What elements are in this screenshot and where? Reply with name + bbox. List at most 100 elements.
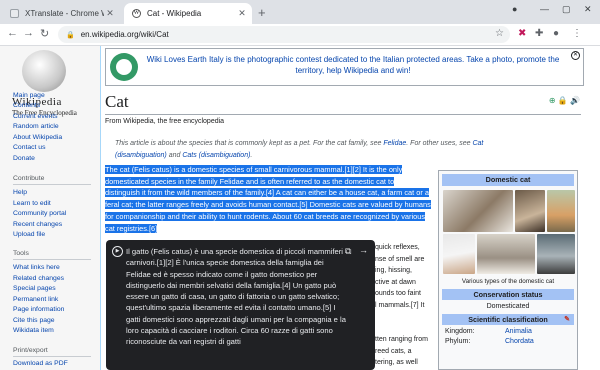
hatnote: This article is about the species that i… (115, 138, 515, 162)
selection-highlight[interactable]: The cat (Felis catus) is a domestic spec… (105, 165, 431, 233)
nav-link-download-pdf[interactable]: Download as PDF (13, 359, 68, 370)
body-text-line: nse of smell are (375, 255, 425, 263)
translated-text[interactable]: Il gatto (Felis catus) è una specie dome… (126, 246, 348, 348)
open-translator-arrow-icon[interactable]: → (359, 245, 368, 255)
forward-icon[interactable]: → (23, 27, 34, 39)
nav-link-special-pages[interactable]: Special pages (13, 284, 64, 295)
minimize-icon[interactable]: — (540, 4, 549, 14)
profile-icon[interactable]: ● (553, 28, 559, 39)
close-tab-icon[interactable]: ✕ (236, 8, 248, 19)
body-text-line: ctive at dawn (375, 278, 416, 286)
new-tab-icon[interactable]: + (258, 5, 266, 20)
body-text-line: ing, hissing, (375, 267, 412, 274)
banner-text[interactable]: Wiki Loves Earth Italy is the photograph… (142, 54, 564, 76)
print-export-heading: Print/export (13, 347, 91, 357)
row-value-link[interactable]: Animalia (505, 328, 532, 335)
hatnote-link-felidae[interactable]: Felidae (383, 140, 406, 147)
hatnote-text: . For other uses, see (406, 140, 473, 147)
cat-photo[interactable] (443, 234, 475, 274)
hatnote-text: This article is about the species that i… (115, 140, 384, 147)
nav-link-wikidata-item[interactable]: Wikidata item (13, 326, 64, 337)
media-icon[interactable]: ● (512, 4, 517, 14)
infobox-title: Domestic cat (442, 174, 574, 186)
wiki-loves-earth-icon (110, 53, 138, 81)
classification-row: Kingdom: Animalia (445, 328, 571, 335)
selected-lead-paragraph[interactable]: The cat (Felis catus) is a domestic spec… (105, 164, 431, 234)
nav-link-contents[interactable]: Contents (13, 101, 62, 112)
nav-link-what-links-here[interactable]: What links here (13, 263, 64, 274)
conservation-status-heading[interactable]: Conservation status (442, 289, 574, 300)
address-bar[interactable]: 🔒 en.wikipedia.org/wiki/Cat ☆ (58, 26, 510, 43)
scientific-classification-heading[interactable]: Scientific classification ✎ (442, 314, 574, 325)
nav-link-random-article[interactable]: Random article (13, 122, 62, 133)
body-text-line: reed cats, a (375, 347, 412, 355)
nav-link-donate[interactable]: Donate (13, 154, 62, 165)
nav-link-main-page[interactable]: Main page (13, 91, 45, 102)
tab-wikipedia[interactable]: W Cat - Wikipedia ✕ (124, 3, 252, 24)
tab-strip: XTranslate - Chrome Web Store ✕ W Cat - … (0, 0, 600, 24)
lock-icon[interactable]: 🔒 (66, 31, 75, 39)
play-audio-icon[interactable]: ▶ (112, 246, 123, 257)
classification-label[interactable]: Scientific classification (468, 315, 548, 324)
wikipedia-globe-logo[interactable] (22, 50, 66, 92)
row-key: Phylum: (445, 338, 471, 345)
page-status-icons: ⊕ 🔒 🔊 (549, 96, 580, 105)
hatnote-text: and (166, 152, 183, 159)
translation-popup[interactable]: ▶ Il gatto (Felis catus) è una specie do… (106, 240, 375, 370)
maximize-icon[interactable]: ▢ (562, 4, 571, 15)
cat-photo[interactable] (547, 190, 575, 232)
tools-navigation: What links here Related changes Special … (13, 263, 64, 337)
puzzle-icon[interactable]: ✚ (535, 28, 543, 39)
cat-photo[interactable] (537, 234, 575, 274)
nav-link-help[interactable]: Help (13, 188, 66, 199)
nav-link-permanent-link[interactable]: Permanent link (13, 295, 64, 306)
infobox-image-collage[interactable] (443, 190, 575, 274)
cat-photo[interactable] (443, 190, 513, 232)
extension-icon[interactable]: ✖ (518, 28, 526, 39)
wikipedia-favicon-icon: W (132, 9, 141, 18)
row-value-link[interactable]: Chordata (505, 338, 534, 345)
primary-navigation-rest: Contents Current events Random article A… (13, 101, 62, 164)
nav-link-contact[interactable]: Contact us (13, 143, 62, 154)
close-window-icon[interactable]: ✕ (584, 4, 592, 15)
browser-toolbar: ← → ↻ 🔒 en.wikipedia.org/wiki/Cat ☆ ✖ ✚ … (0, 24, 600, 46)
tools-heading: Tools (13, 250, 91, 260)
primary-navigation: Main page (13, 91, 45, 102)
protection-lock-icon[interactable]: 🔒 (558, 96, 568, 105)
menu-icon[interactable]: ⋮ (572, 28, 582, 39)
hatnote-link-cats-disambiguation[interactable]: Cats (disambiguation) (182, 152, 250, 159)
nav-link-page-information[interactable]: Page information (13, 305, 64, 316)
body-text-line: l mammals.[7] It (375, 301, 425, 309)
contribute-navigation: Help Learn to edit Community portal Rece… (13, 188, 66, 241)
nav-link-upload-file[interactable]: Upload file (13, 230, 66, 241)
back-icon[interactable]: ← (7, 27, 18, 39)
nav-link-current-events[interactable]: Current events (13, 112, 62, 123)
nav-link-recent-changes[interactable]: Recent changes (13, 220, 66, 231)
audio-speaker-icon[interactable]: 🔊 (570, 96, 580, 105)
campaign-banner[interactable]: Wiki Loves Earth Italy is the photograph… (105, 48, 584, 86)
row-key: Kingdom: (445, 328, 475, 335)
nav-link-about[interactable]: About Wikipedia (13, 133, 62, 144)
reload-icon[interactable]: ↻ (40, 27, 49, 40)
edit-pencil-icon[interactable]: ✎ (564, 314, 570, 325)
tab-title: Cat - Wikipedia (147, 9, 202, 18)
copy-icon[interactable]: ⧉ (345, 246, 351, 257)
cat-photo[interactable] (477, 234, 535, 274)
url-text[interactable]: en.wikipedia.org/wiki/Cat (81, 30, 169, 39)
good-article-icon[interactable]: ⊕ (549, 96, 556, 105)
nav-link-related-changes[interactable]: Related changes (13, 274, 64, 285)
nav-link-learn-to-edit[interactable]: Learn to edit (13, 199, 66, 210)
hatnote-text: . (250, 152, 253, 159)
conservation-status-value: Domesticated (486, 303, 530, 310)
print-navigation: Download as PDF (13, 359, 68, 370)
star-icon[interactable]: ☆ (495, 28, 504, 39)
nav-link-cite-this-page[interactable]: Cite this page (13, 316, 64, 327)
body-text-fragment: quick reflexes, nse of smell are ing, hi… (375, 242, 435, 369)
tab-xtranslate[interactable]: XTranslate - Chrome Web Store ✕ (2, 3, 120, 24)
close-tab-icon[interactable]: ✕ (104, 8, 116, 19)
nav-link-community-portal[interactable]: Community portal (13, 209, 66, 220)
close-icon[interactable]: ✕ (571, 51, 580, 60)
body-text-line: tering, as well (375, 359, 418, 366)
infobox-caption: Various types of the domestic cat (461, 278, 555, 285)
cat-photo[interactable] (515, 190, 545, 232)
